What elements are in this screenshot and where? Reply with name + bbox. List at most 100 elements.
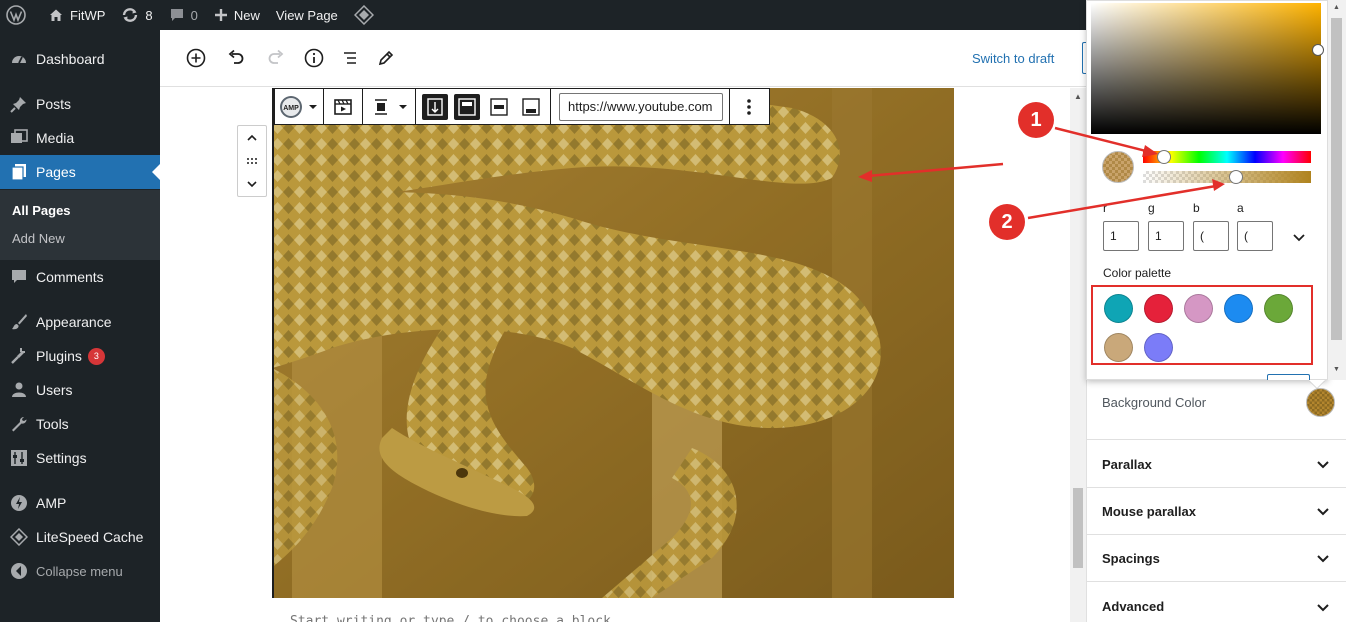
snake-image [272, 88, 954, 598]
sidebar-item-media[interactable]: Media [0, 121, 160, 155]
sidebar-item-amp[interactable]: AMP [0, 486, 160, 520]
wordpress-logo[interactable] [0, 0, 40, 30]
alpha-label: a [1237, 201, 1244, 215]
switch-to-draft-button[interactable]: Switch to draft [972, 51, 1054, 66]
panel-section-spacings[interactable]: Spacings [1086, 535, 1346, 582]
submenu-add-new[interactable]: Add New [12, 231, 65, 246]
content-info-button[interactable] [302, 46, 326, 70]
new-label: New [233, 7, 260, 23]
editor-scrollbar-thumb[interactable] [1073, 488, 1083, 568]
new-content-link[interactable]: New [206, 0, 268, 30]
full-height-button[interactable] [422, 93, 448, 120]
block-navigation-button[interactable] [338, 46, 362, 70]
sidebar-item-label: Media [36, 130, 75, 146]
video-media-group [324, 89, 363, 124]
sidebar-item-comments[interactable]: Comments [0, 260, 160, 294]
annotation-marker-1: 1 [1018, 102, 1054, 138]
move-down-icon[interactable] [245, 177, 259, 191]
background-color-swatch[interactable] [1306, 388, 1335, 417]
color-format-toggle[interactable] [1289, 227, 1309, 247]
alpha-slider-handle[interactable] [1229, 170, 1243, 184]
sidebar-collapse-menu[interactable]: Collapse menu [0, 554, 160, 588]
sidebar-item-label: Appearance [36, 314, 112, 330]
align-middle-button[interactable] [486, 94, 512, 120]
palette-swatch[interactable] [1144, 294, 1173, 323]
chevron-down-icon [1316, 504, 1330, 518]
green-label: g [1148, 201, 1155, 215]
sidebar-item-posts[interactable]: Posts [0, 87, 160, 121]
palette-swatch[interactable] [1264, 294, 1293, 323]
more-options-group [730, 89, 768, 124]
pages-icon [10, 163, 28, 181]
sidebar-item-plugins[interactable]: Plugins 3 [0, 339, 160, 373]
red-input[interactable] [1103, 221, 1139, 251]
submenu-all-pages[interactable]: All Pages [12, 203, 71, 218]
site-name: FitWP [70, 7, 106, 23]
video-background-block[interactable] [272, 88, 954, 598]
more-options-button[interactable] [736, 94, 762, 120]
saturation-handle[interactable] [1312, 44, 1324, 56]
block-switcher[interactable]: AMP [275, 89, 324, 124]
sidebar-item-appearance[interactable]: Appearance [0, 305, 160, 339]
editor-scrollbar[interactable]: ▲ [1070, 88, 1086, 622]
sidebar-item-label: Comments [36, 269, 104, 285]
plus-icon [214, 9, 227, 21]
add-block-button[interactable] [184, 46, 208, 70]
sidebar-item-settings[interactable]: Settings [0, 441, 160, 475]
hue-slider-handle[interactable] [1157, 150, 1171, 164]
scroll-down-arrow-icon[interactable]: ▼ [1333, 366, 1340, 373]
video-clapper-icon [334, 98, 352, 115]
video-url-input[interactable] [559, 92, 723, 121]
align-middle-icon [490, 97, 508, 116]
redo-button[interactable] [264, 46, 288, 70]
palette-swatch[interactable] [1224, 294, 1253, 323]
sidebar-item-label: Tools [36, 416, 69, 432]
undo-button[interactable] [224, 46, 248, 70]
full-height-icon [427, 97, 443, 116]
align-top-button[interactable] [454, 93, 480, 120]
green-input[interactable] [1148, 221, 1184, 251]
view-page-link[interactable]: View Page [268, 0, 346, 30]
panel-section-parallax[interactable]: Parallax [1086, 441, 1346, 488]
palette-swatch[interactable] [1184, 294, 1213, 323]
chevron-down-icon [309, 104, 317, 109]
color-picker-popover: r g b a Color palette [1086, 0, 1328, 380]
move-up-icon[interactable] [245, 131, 259, 145]
saturation-area[interactable] [1091, 3, 1321, 134]
picker-scrollbar-thumb[interactable] [1331, 18, 1342, 340]
updates-link[interactable]: 8 [113, 0, 160, 30]
video-media-button[interactable] [330, 94, 356, 120]
palette-swatch[interactable] [1104, 294, 1133, 323]
default-block-appender[interactable]: Start writing or type / to choose a bloc… [290, 614, 611, 622]
align-bottom-button[interactable] [518, 94, 544, 120]
block-selection-border [272, 88, 274, 598]
palette-swatch[interactable] [1144, 333, 1173, 362]
sidebar-item-litespeed-cache[interactable]: LiteSpeed Cache [0, 520, 160, 554]
panel-section-mouse-parallax[interactable]: Mouse parallax [1086, 488, 1346, 535]
alpha-slider[interactable] [1143, 171, 1311, 183]
sidebar-item-dashboard[interactable]: Dashboard [0, 42, 160, 76]
panel-section-label: Advanced [1102, 599, 1165, 614]
sidebar-item-users[interactable]: Users [0, 373, 160, 407]
picker-scrollbar[interactable]: ▲ ▼ [1328, 0, 1346, 380]
scroll-up-arrow-icon[interactable]: ▲ [1074, 92, 1082, 101]
palette-swatch[interactable] [1104, 333, 1133, 362]
sidebar-item-label: LiteSpeed Cache [36, 529, 144, 545]
url-group [551, 89, 730, 124]
sidebar-item-tools[interactable]: Tools [0, 407, 160, 441]
drag-handle-icon[interactable] [245, 154, 259, 168]
panel-section-advanced[interactable]: Advanced [1086, 583, 1346, 622]
sidebar-item-label: Collapse menu [36, 563, 123, 579]
alpha-input[interactable] [1237, 221, 1273, 251]
align-dropdown-button[interactable] [369, 94, 409, 120]
litespeed-admin-link[interactable] [346, 0, 388, 30]
tools-edit-button[interactable] [374, 46, 398, 70]
comments-link[interactable]: 0 [161, 0, 206, 30]
user-icon [10, 381, 28, 399]
blue-input[interactable] [1193, 221, 1229, 251]
scroll-up-arrow-icon[interactable]: ▲ [1333, 4, 1340, 11]
site-name-link[interactable]: FitWP [40, 0, 113, 30]
panel-section-label: Mouse parallax [1102, 503, 1196, 519]
sidebar-item-pages[interactable]: Pages [0, 155, 160, 189]
updates-icon [123, 8, 138, 22]
